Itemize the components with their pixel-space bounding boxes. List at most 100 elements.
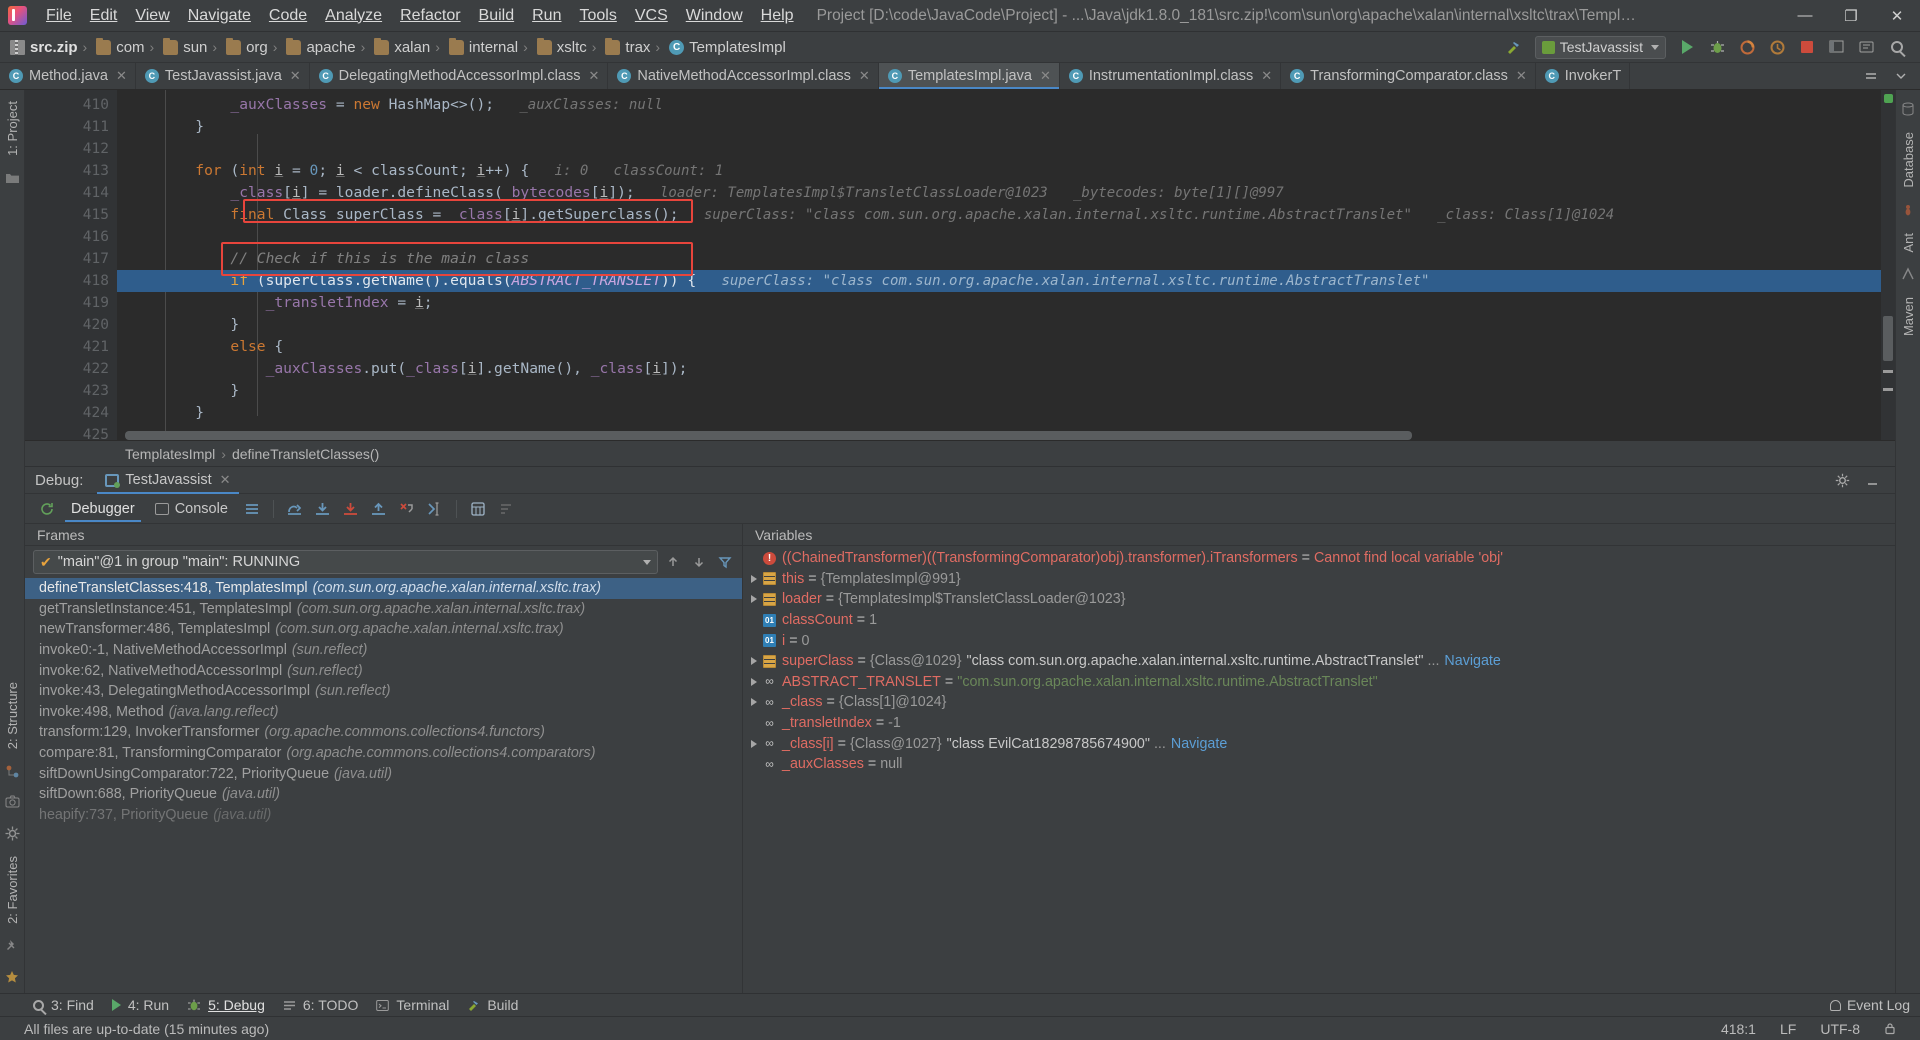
gear-icon[interactable]: [5, 826, 20, 841]
frame-row[interactable]: getTransletInstance:451, TemplatesImpl(c…: [25, 599, 742, 620]
ant-icon[interactable]: [1901, 203, 1916, 218]
close-icon[interactable]: ✕: [1261, 68, 1272, 84]
close-icon[interactable]: ✕: [1516, 68, 1527, 84]
expand-arrow-icon[interactable]: [751, 595, 757, 603]
editor-tab-delegatingmethodaccessorimpl-class[interactable]: C DelegatingMethodAccessorImpl.class ✕: [310, 63, 609, 89]
step-into-button[interactable]: [311, 498, 335, 520]
pin-icon[interactable]: [5, 939, 20, 954]
sidebar-item-project[interactable]: 1: Project: [1, 94, 24, 163]
editor-tab-testjavassist-java[interactable]: C TestJavassist.java ✕: [136, 63, 310, 89]
expand-arrow-icon[interactable]: [751, 740, 757, 748]
stop-button[interactable]: [1793, 34, 1821, 60]
debug-button[interactable]: [1703, 34, 1731, 60]
variable-row-transletindex[interactable]: ∞ _transletIndex = -1: [743, 713, 1895, 734]
frame-row[interactable]: invoke0:-1, NativeMethodAccessorImpl(sun…: [25, 640, 742, 661]
breadcrumb-item-internal[interactable]: internal ›: [447, 39, 535, 56]
menu-navigate[interactable]: Navigate: [179, 4, 260, 28]
breadcrumb-item-templatesimpl[interactable]: C TemplatesImpl: [667, 39, 788, 56]
breadcrumb-item-apache[interactable]: apache ›: [284, 39, 372, 56]
maven-icon[interactable]: [1901, 267, 1916, 282]
lock-icon[interactable]: [1872, 1022, 1908, 1035]
camera-icon[interactable]: [5, 795, 20, 810]
menu-build[interactable]: Build: [470, 4, 524, 28]
tab-list-button[interactable]: [1857, 63, 1885, 89]
menu-edit[interactable]: Edit: [81, 4, 127, 28]
expand-arrow-icon[interactable]: [751, 657, 757, 665]
navigate-link[interactable]: Navigate: [1444, 653, 1500, 669]
menu-help[interactable]: Help: [752, 4, 803, 28]
sort-variables-button[interactable]: [494, 498, 518, 520]
breadcrumb-item-xsltc[interactable]: xsltc ›: [535, 39, 604, 56]
variable-row-watch-expression[interactable]: ! ((ChainedTransformer)((TransformingCom…: [743, 548, 1895, 569]
run-to-cursor-button[interactable]: [423, 498, 447, 520]
step-out-button[interactable]: [367, 498, 391, 520]
editor-tab-templatesimpl-java[interactable]: C TemplatesImpl.java ✕: [879, 63, 1060, 89]
breadcrumb-item-trax[interactable]: trax ›: [603, 39, 667, 56]
force-step-into-button[interactable]: [339, 498, 363, 520]
layout-button[interactable]: [1823, 34, 1851, 60]
debug-settings-button[interactable]: [1828, 467, 1856, 493]
editor-breadcrumb-method[interactable]: defineTransletClasses(): [232, 446, 379, 462]
evaluate-expression-button[interactable]: [466, 498, 490, 520]
project-folder-icon[interactable]: [5, 171, 20, 186]
tab-debugger[interactable]: Debugger: [61, 496, 145, 522]
editor-horizontal-scrollbar[interactable]: [125, 431, 1775, 440]
code-text-area[interactable]: _auxClasses = new HashMap<>(); _auxClass…: [117, 90, 1895, 440]
file-encoding[interactable]: UTF-8: [1808, 1021, 1872, 1037]
menu-view[interactable]: View: [126, 4, 178, 28]
frame-row[interactable]: invoke:62, NativeMethodAccessorImpl(sun.…: [25, 660, 742, 681]
structure-icon[interactable]: [5, 764, 20, 779]
variables-list[interactable]: ! ((ChainedTransformer)((TransformingCom…: [743, 546, 1895, 993]
frame-row[interactable]: invoke:43, DelegatingMethodAccessorImpl(…: [25, 681, 742, 702]
menu-refactor[interactable]: Refactor: [391, 4, 469, 28]
breadcrumb-item-src-zip[interactable]: src.zip ›: [8, 39, 94, 56]
expand-arrow-icon[interactable]: [751, 698, 757, 706]
tab-console[interactable]: Console: [145, 496, 238, 522]
debug-minimize-button[interactable]: [1858, 467, 1886, 493]
close-button[interactable]: ✕: [1874, 0, 1920, 31]
minimize-button[interactable]: —: [1782, 0, 1828, 31]
variable-row-loader[interactable]: loader = {TemplatesImpl$TransletClassLoa…: [743, 589, 1895, 610]
rerun-button[interactable]: [35, 498, 59, 520]
menu-code[interactable]: Code: [260, 4, 316, 28]
debug-session-tab-testjavassist[interactable]: TestJavassist ✕: [97, 466, 238, 494]
expand-arrow-icon[interactable]: [751, 575, 757, 583]
drop-frame-button[interactable]: [395, 498, 419, 520]
menu-window[interactable]: Window: [677, 4, 752, 28]
frames-up-button[interactable]: [662, 551, 684, 573]
star-icon[interactable]: [5, 970, 20, 985]
caret-position[interactable]: 418:1: [1709, 1021, 1768, 1037]
variable-row-this[interactable]: this = {TemplatesImpl@991}: [743, 569, 1895, 590]
frame-row[interactable]: invoke:498, Method(java.lang.reflect): [25, 702, 742, 723]
editor-tab-invokert[interactable]: C InvokerT: [1536, 63, 1630, 89]
close-icon[interactable]: ✕: [220, 472, 231, 488]
breadcrumb-item-com[interactable]: com ›: [94, 39, 161, 56]
settings-button[interactable]: [1853, 34, 1881, 60]
close-icon[interactable]: ✕: [588, 68, 599, 84]
frame-row[interactable]: compare:81, TransformingComparator(org.a…: [25, 743, 742, 764]
thread-selector[interactable]: ✔ "main"@1 in group "main": RUNNING: [33, 550, 658, 574]
build-hammer-icon[interactable]: [1500, 34, 1528, 60]
sidebar-item-favorites[interactable]: 2: Favorites: [1, 849, 24, 931]
navigate-link[interactable]: Navigate: [1171, 736, 1227, 752]
close-icon[interactable]: ✕: [116, 68, 127, 84]
variable-row-class[interactable]: ∞ _class = {Class[1]@1024}: [743, 692, 1895, 713]
database-icon[interactable]: [1901, 102, 1916, 117]
sidebar-item-database[interactable]: Database: [1897, 125, 1920, 195]
profiler-button[interactable]: [1763, 34, 1791, 60]
tool-window-run[interactable]: 4: Run: [103, 994, 178, 1017]
tool-window-find[interactable]: 3: Find: [24, 994, 103, 1017]
close-icon[interactable]: ✕: [1040, 68, 1051, 84]
frame-row[interactable]: siftDown:688, PriorityQueue(java.util): [25, 784, 742, 805]
tool-window-todo[interactable]: 6: TODO: [274, 994, 368, 1017]
frame-row[interactable]: defineTransletClasses:418, TemplatesImpl…: [25, 578, 742, 599]
frame-row[interactable]: heapify:737, PriorityQueue(java.util): [25, 805, 742, 826]
search-everywhere-button[interactable]: [1883, 34, 1911, 60]
sidebar-item-ant[interactable]: Ant: [1897, 226, 1920, 260]
close-icon[interactable]: ✕: [290, 68, 301, 84]
frame-row[interactable]: newTransformer:486, TemplatesImpl(com.su…: [25, 619, 742, 640]
menu-tools[interactable]: Tools: [570, 4, 625, 28]
variable-row-classcount[interactable]: 01 classCount = 1: [743, 610, 1895, 631]
line-separator[interactable]: LF: [1768, 1021, 1808, 1037]
frame-row[interactable]: transform:129, InvokerTransformer(org.ap…: [25, 722, 742, 743]
